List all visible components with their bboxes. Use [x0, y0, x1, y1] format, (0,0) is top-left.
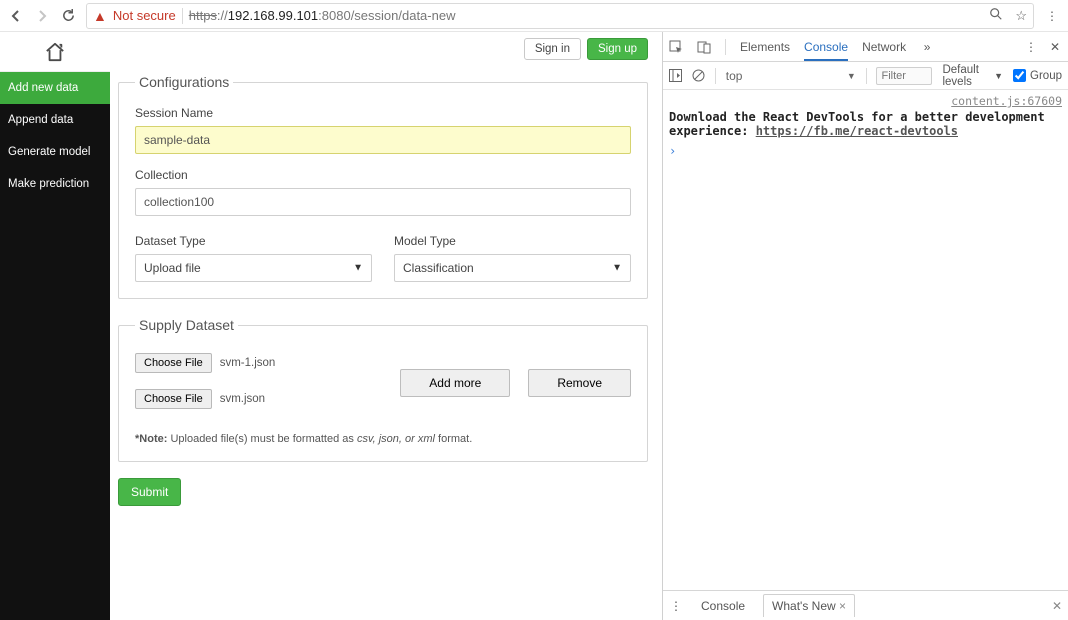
drawer-tab-console[interactable]: Console — [693, 595, 753, 617]
menu-icon[interactable]: ⋮ — [1044, 8, 1060, 24]
dataset-type-label: Dataset Type — [135, 234, 372, 248]
sidebar-item-append-data[interactable]: Append data — [0, 104, 110, 136]
session-name-label: Session Name — [135, 106, 631, 120]
console-prompt[interactable]: › — [669, 144, 1062, 158]
tab-elements[interactable]: Elements — [740, 33, 790, 61]
divider — [182, 8, 183, 24]
divider — [866, 68, 867, 84]
zoom-icon[interactable] — [989, 7, 1003, 24]
tab-network[interactable]: Network — [862, 33, 906, 61]
session-name-input[interactable] — [135, 126, 631, 154]
devtools-panel: Elements Console Network » ⋮ ✕ top ▼ — [662, 32, 1068, 620]
model-type-select[interactable]: Classification ▼ — [394, 254, 631, 282]
console-output: content.js:67609 Download the React DevT… — [663, 90, 1068, 590]
dataset-type-select[interactable]: Upload file ▼ — [135, 254, 372, 282]
device-toggle-icon[interactable] — [697, 40, 711, 54]
forward-icon — [34, 8, 50, 24]
supply-dataset-fieldset: Supply Dataset Add more Remove Choose Fi… — [118, 317, 648, 462]
collection-label: Collection — [135, 168, 631, 182]
drawer-tab-whats-new[interactable]: What's New × — [763, 594, 855, 617]
warning-icon: ▲ — [93, 8, 107, 24]
chevron-down-icon: ▼ — [353, 263, 363, 274]
configurations-legend: Configurations — [135, 74, 233, 90]
sidebar-item-add-new-data[interactable]: Add new data — [0, 72, 110, 104]
file-name: svm-1.json — [220, 357, 276, 369]
divider — [715, 68, 716, 84]
model-type-value: Classification — [403, 261, 474, 275]
star-icon[interactable]: ☆ — [1015, 8, 1027, 24]
group-similar-toggle[interactable]: Group — [1013, 69, 1062, 82]
note-text: *Note: Uploaded file(s) must be formatte… — [135, 433, 631, 445]
choose-file-button[interactable]: Choose File — [135, 389, 212, 409]
console-message: Download the React DevTools for a better… — [669, 110, 1062, 138]
log-level-select[interactable]: Default levels▼ — [942, 64, 1003, 88]
remove-button[interactable]: Remove — [528, 369, 631, 397]
group-checkbox[interactable] — [1013, 69, 1026, 82]
kebab-icon[interactable]: ⋮ — [1024, 40, 1038, 54]
add-more-button[interactable]: Add more — [400, 369, 510, 397]
url-text: https://192.168.99.101:8080/session/data… — [189, 8, 456, 23]
supply-dataset-legend: Supply Dataset — [135, 317, 238, 333]
address-bar[interactable]: ▲ Not secure https://192.168.99.101:8080… — [86, 3, 1034, 29]
submit-button[interactable]: Submit — [118, 478, 181, 506]
devtools-link[interactable]: https://fb.me/react-devtools — [756, 124, 958, 138]
choose-file-button[interactable]: Choose File — [135, 353, 212, 373]
browser-toolbar: ▲ Not secure https://192.168.99.101:8080… — [0, 0, 1068, 32]
filter-input[interactable] — [876, 67, 932, 85]
sign-in-button[interactable]: Sign in — [524, 38, 581, 60]
sidebar-item-generate-model[interactable]: Generate model — [0, 136, 110, 168]
clear-console-icon[interactable] — [692, 69, 705, 83]
chevron-down-icon: ▼ — [847, 71, 856, 81]
source-link[interactable]: content.js:67609 — [669, 94, 1062, 108]
configurations-fieldset: Configurations Session Name Collection D… — [118, 74, 648, 299]
overflow-icon[interactable]: » — [920, 40, 934, 54]
close-icon[interactable]: × — [839, 599, 846, 613]
file-name: svm.json — [220, 393, 265, 405]
sidebar-item-make-prediction[interactable]: Make prediction — [0, 168, 110, 200]
sign-up-button[interactable]: Sign up — [587, 38, 648, 60]
dataset-type-value: Upload file — [144, 261, 201, 275]
devtools-tabs: Elements Console Network » ⋮ ✕ — [663, 32, 1068, 62]
sidebar: Add new data Append data Generate model … — [0, 32, 110, 620]
sidebar-toggle-icon[interactable] — [669, 69, 682, 83]
context-selector[interactable]: top ▼ — [726, 69, 856, 83]
devtools-drawer-tabs: ⋮ Console What's New × ✕ — [663, 590, 1068, 620]
back-icon[interactable] — [8, 8, 24, 24]
home-icon[interactable] — [0, 32, 110, 72]
collection-input[interactable] — [135, 188, 631, 216]
chevron-down-icon: ▼ — [994, 71, 1003, 81]
close-drawer-icon[interactable]: ✕ — [1052, 599, 1062, 613]
tab-console[interactable]: Console — [804, 33, 848, 61]
console-toolbar: top ▼ Default levels▼ Group — [663, 62, 1068, 90]
inspect-icon[interactable] — [669, 40, 683, 54]
close-icon[interactable]: ✕ — [1048, 40, 1062, 54]
divider — [725, 39, 726, 55]
page-content: Add new data Append data Generate model … — [0, 32, 662, 620]
not-secure-label: Not secure — [113, 8, 176, 23]
chevron-down-icon: ▼ — [612, 263, 622, 274]
kebab-icon[interactable]: ⋮ — [669, 599, 683, 613]
model-type-label: Model Type — [394, 234, 631, 248]
reload-icon[interactable] — [60, 8, 76, 24]
